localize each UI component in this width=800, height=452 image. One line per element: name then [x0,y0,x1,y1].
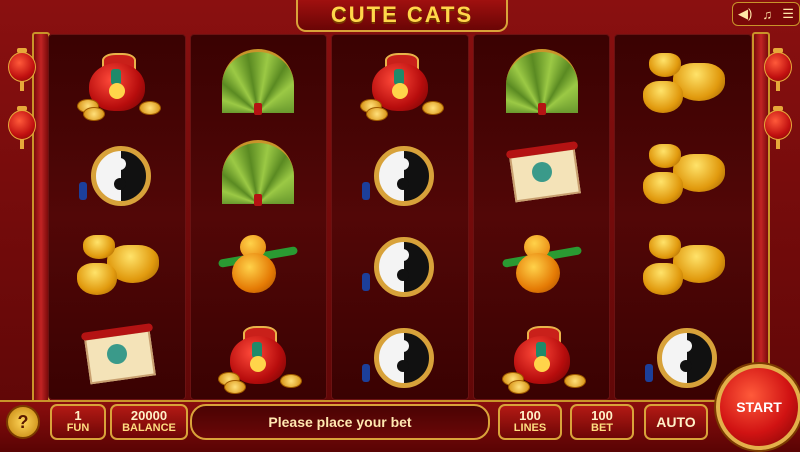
audio-controls: ◀) ♫ ☰ [732,2,800,26]
lantern-icon [764,106,792,149]
right-pillar [752,32,770,408]
auto-label: AUTO [656,413,696,430]
yin-yang-amulet-icon [332,217,468,308]
gourd-icon [191,217,327,308]
lantern-icon [764,48,792,91]
fun-value: 1 [74,408,82,424]
gold-ingots-icon [615,126,751,217]
lantern-icon [8,106,36,149]
speaker-icon[interactable]: ◀) [738,6,752,22]
folding-fan-icon [191,126,327,217]
gold-ingots-icon [615,217,751,308]
lines-value: 100 [519,408,541,424]
balance-label: BALANCE [122,422,176,435]
status-message: Please place your bet [190,404,490,440]
yin-yang-amulet-icon [49,126,185,217]
scroll-icon [474,126,610,217]
gourd-icon [474,217,610,308]
balance-display: 20000 BALANCE [110,404,188,440]
help-button[interactable]: ? [6,405,40,439]
bet-value: 100 [591,408,613,424]
folding-fan-icon [191,35,327,126]
reel-3 [331,34,469,400]
money-bag-icon [332,35,468,126]
yin-yang-amulet-icon [332,308,468,399]
start-button[interactable]: START [716,364,800,450]
bet-button[interactable]: 100 BET [570,404,634,440]
money-bag-icon [474,308,610,399]
reel-5 [614,34,752,400]
reel-2 [189,34,328,400]
scroll-icon [49,308,185,399]
game-title: CUTE CATS [330,2,474,27]
money-bag-icon [49,35,185,126]
folding-fan-icon [474,35,610,126]
balance-value: 20000 [130,408,168,424]
bet-label: BET [591,422,613,435]
fun-button[interactable]: 1 FUN [50,404,106,440]
lines-button[interactable]: 100 LINES [498,404,562,440]
auto-button[interactable]: AUTO [644,404,708,440]
money-bag-icon [191,308,327,399]
reel-1 [48,34,186,400]
fun-label: FUN [66,422,90,435]
music-note-icon[interactable]: ♫ [762,7,772,22]
yin-yang-amulet-icon [332,126,468,217]
lantern-icon [8,48,36,91]
lines-label: LINES [513,422,547,435]
reel-area [48,34,752,400]
gold-ingots-icon [615,35,751,126]
reel-4 [472,34,611,400]
gold-ingots-icon [49,217,185,308]
title-banner: CUTE CATS [296,0,508,32]
sliders-icon[interactable]: ☰ [782,6,794,22]
